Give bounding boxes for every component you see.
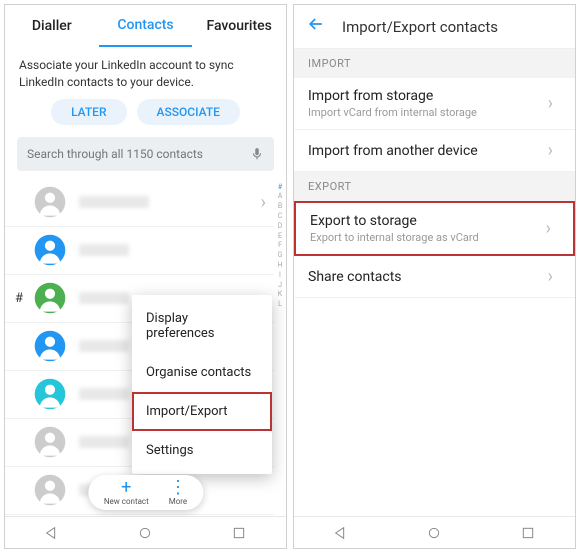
contact-name-redacted — [79, 244, 129, 256]
tabs: Dialler Contacts Favourites — [5, 5, 286, 47]
nav-back-icon[interactable] — [333, 525, 349, 541]
more-button[interactable]: ⋮ More — [169, 479, 187, 506]
tab-dialler[interactable]: Dialler — [5, 5, 99, 47]
index-letter[interactable]: G — [278, 251, 283, 261]
index-letter[interactable]: F — [278, 241, 282, 251]
chevron-right-icon: › — [546, 218, 551, 239]
index-letter[interactable]: I — [279, 271, 281, 281]
menu-display-preferences[interactable]: Display preferences — [132, 299, 272, 353]
menu-import-export[interactable]: Import/Export — [132, 392, 272, 431]
index-letter[interactable]: B — [278, 202, 282, 212]
avatar — [33, 233, 67, 267]
later-button[interactable]: LATER — [51, 99, 126, 125]
nav-home-icon[interactable] — [137, 525, 153, 541]
linkedin-buttons: LATER ASSOCIATE — [5, 91, 286, 137]
page-title: Import/Export contacts — [342, 18, 498, 36]
section-import: IMPORT — [294, 49, 575, 78]
index-letter[interactable]: J — [278, 281, 282, 291]
avatar — [33, 329, 67, 363]
nav-bar — [294, 516, 575, 548]
index-letter[interactable]: A — [278, 192, 283, 202]
associate-button[interactable]: ASSOCIATE — [137, 99, 240, 125]
contact-name-redacted — [79, 196, 149, 208]
menu-settings[interactable]: Settings — [132, 431, 272, 470]
option-share-contacts[interactable]: Share contacts › — [294, 256, 575, 298]
option-export-to-storage[interactable]: Export to storage Export to internal sto… — [294, 201, 575, 256]
search-bar[interactable] — [17, 137, 274, 171]
avatar — [33, 185, 67, 219]
avatar — [33, 281, 67, 315]
linkedin-banner-text: Associate your LinkedIn account to sync … — [5, 47, 286, 91]
avatar — [33, 377, 67, 411]
index-letter[interactable]: L — [278, 300, 282, 310]
contact-row[interactable] — [5, 227, 274, 275]
section-export: EXPORT — [294, 172, 575, 201]
back-button[interactable] — [306, 14, 326, 39]
index-letter[interactable]: K — [278, 290, 282, 300]
avatar — [33, 473, 67, 507]
contact-row[interactable] — [5, 515, 274, 516]
index-letter[interactable]: C — [278, 212, 283, 222]
nav-recent-icon[interactable] — [520, 525, 536, 541]
index-letter[interactable]: D — [278, 222, 283, 232]
screen-contacts: Dialler Contacts Favourites Associate yo… — [4, 4, 287, 549]
index-letter[interactable]: H — [278, 261, 283, 271]
chevron-right-icon: › — [548, 140, 553, 161]
section-marker: # — [15, 291, 23, 306]
plus-icon: + — [121, 479, 131, 497]
chevron-right-icon: › — [548, 93, 553, 114]
new-contact-button[interactable]: + New contact — [104, 479, 149, 506]
overflow-menu: Display preferences Organise contacts Im… — [132, 295, 272, 474]
floating-action-bar: + New contact ⋮ More — [88, 475, 203, 510]
more-icon: ⋮ — [169, 479, 187, 497]
nav-bar — [5, 516, 286, 548]
nav-back-icon[interactable] — [44, 525, 60, 541]
chevron-right-icon: › — [261, 192, 266, 213]
arrow-left-icon — [306, 14, 326, 34]
option-import-from-device[interactable]: Import from another device › — [294, 130, 575, 172]
contact-name-redacted — [79, 436, 129, 448]
header: Import/Export contacts — [294, 5, 575, 49]
index-letter[interactable]: # — [278, 183, 282, 193]
contact-name-redacted — [79, 388, 129, 400]
mic-icon[interactable] — [250, 147, 264, 161]
search-input[interactable] — [27, 147, 250, 161]
contact-row[interactable]: › — [5, 179, 274, 227]
chevron-right-icon: › — [548, 266, 553, 287]
contact-name-redacted — [79, 292, 129, 304]
index-letter[interactable]: E — [278, 232, 282, 242]
contact-name-redacted — [79, 340, 129, 352]
tab-contacts[interactable]: Contacts — [99, 5, 193, 47]
screen-import-export: Import/Export contacts IMPORT Import fro… — [293, 4, 576, 549]
nav-recent-icon[interactable] — [231, 525, 247, 541]
avatar — [33, 425, 67, 459]
nav-home-icon[interactable] — [426, 525, 442, 541]
menu-organise-contacts[interactable]: Organise contacts — [132, 353, 272, 392]
tab-favourites[interactable]: Favourites — [192, 5, 286, 47]
index-scroller[interactable]: #ABCDEFGHIJKL — [274, 179, 286, 516]
option-import-from-storage[interactable]: Import from storage Import vCard from in… — [294, 78, 575, 130]
